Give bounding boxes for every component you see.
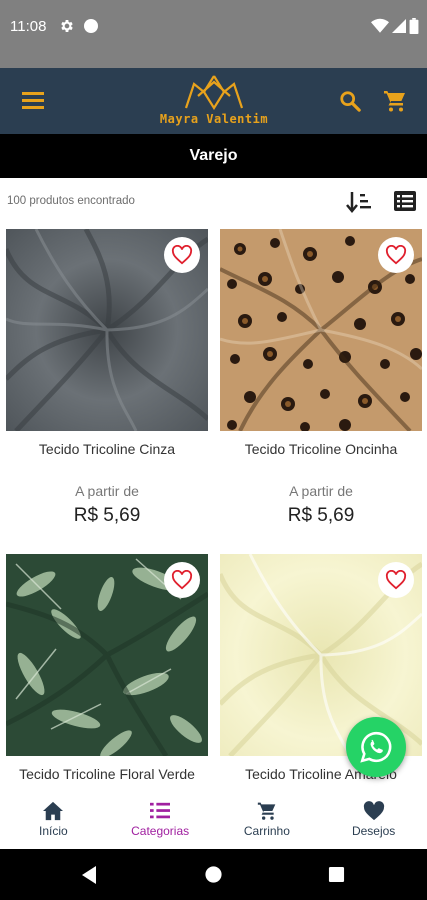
logo-mark-icon (184, 75, 244, 110)
heart-outline-icon (385, 570, 407, 590)
results-count: 100 produtos encontrado (7, 195, 135, 207)
price-prefix: A partir de (75, 483, 139, 499)
favorite-button[interactable] (164, 237, 200, 273)
search-icon[interactable] (339, 90, 361, 112)
heart-outline-icon (171, 570, 193, 590)
nav-item-categorias[interactable]: Categorias (107, 795, 214, 849)
app-header: Mayra Valentim (0, 68, 427, 134)
page-title: Varejo (0, 134, 427, 178)
battery-icon (409, 18, 419, 34)
nav-label: Categorias (131, 824, 190, 838)
recents-icon[interactable] (328, 866, 345, 883)
favorite-button[interactable] (378, 562, 414, 598)
favorite-button[interactable] (378, 237, 414, 273)
favorite-button[interactable] (164, 562, 200, 598)
nav-label: Carrinho (243, 824, 290, 838)
nav-item-carrinho[interactable]: Carrinho (214, 795, 321, 849)
product-name[interactable]: Tecido Tricoline Oncinha (220, 441, 422, 458)
status-bar: 11:08 (0, 0, 427, 68)
list-view-icon[interactable] (393, 190, 417, 212)
product-name[interactable]: Tecido Tricoline Cinza (6, 441, 208, 458)
notification-dot-icon (84, 19, 98, 33)
brand-name: Mayra Valentim (159, 112, 269, 126)
cart-icon[interactable] (383, 89, 407, 113)
back-icon[interactable] (80, 865, 98, 885)
cart-icon (257, 802, 276, 820)
nav-item-inicio[interactable]: Início (0, 795, 107, 849)
bottom-navigation: Início Categorias Carrinho Desejos (0, 795, 427, 849)
brand-logo[interactable]: Mayra Valentim (146, 74, 282, 130)
nav-item-desejos[interactable]: Desejos (320, 795, 427, 849)
settings-gear-icon (61, 20, 73, 32)
results-toolbar: 100 produtos encontrado (0, 178, 427, 224)
wifi-icon (371, 18, 389, 33)
menu-icon[interactable] (22, 90, 44, 110)
price-prefix: A partir de (289, 483, 353, 499)
home-button-icon[interactable] (204, 865, 223, 884)
system-nav-bar (0, 849, 427, 900)
nav-label: Desejos (351, 824, 396, 838)
sort-icon[interactable] (346, 190, 372, 214)
heart-outline-icon (385, 245, 407, 265)
nav-label: Início (39, 824, 68, 838)
product-name[interactable]: Tecido Tricoline Floral Verde (6, 766, 208, 783)
product-price: R$ 5,69 (287, 505, 355, 526)
status-time: 11:08 (10, 18, 47, 35)
home-icon (43, 801, 64, 821)
heart-outline-icon (171, 245, 193, 265)
product-price: R$ 5,69 (73, 505, 141, 526)
system-icons (371, 18, 419, 34)
whatsapp-icon (360, 731, 392, 763)
whatsapp-button[interactable] (346, 717, 406, 777)
signal-icon (392, 19, 406, 33)
heart-icon (363, 801, 384, 821)
list-icon (150, 802, 171, 819)
